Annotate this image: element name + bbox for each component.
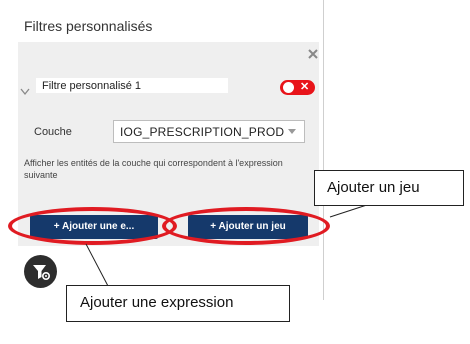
- add-set-button[interactable]: + Ajouter un jeu: [188, 215, 308, 239]
- filter-toggle[interactable]: ✕: [280, 80, 315, 95]
- callout-add-set: Ajouter un jeu: [314, 170, 464, 206]
- close-icon[interactable]: [306, 47, 320, 61]
- filter-settings-icon[interactable]: [24, 255, 57, 288]
- layer-label: Couche: [34, 126, 72, 138]
- panel-title: Filtres personnalisés: [24, 18, 153, 34]
- filter-name: Filtre personnalisé 1: [42, 80, 142, 92]
- filter-description: Afficher les entités de la couche qui co…: [24, 158, 283, 180]
- layer-select[interactable]: IOG_PRESCRIPTION_PROD: [113, 120, 305, 143]
- add-expression-button[interactable]: + Ajouter une e...: [30, 215, 158, 239]
- panel-divider: [323, 0, 324, 300]
- toggle-knob: [283, 82, 294, 93]
- layer-select-value: IOG_PRESCRIPTION_PROD: [120, 125, 285, 139]
- leader-line-expression: [85, 243, 109, 287]
- chevron-down-icon[interactable]: [20, 83, 30, 96]
- toggle-off-icon: ✕: [300, 81, 310, 93]
- dropdown-arrow-icon: [288, 129, 296, 134]
- callout-add-expression: Ajouter une expression: [66, 285, 290, 322]
